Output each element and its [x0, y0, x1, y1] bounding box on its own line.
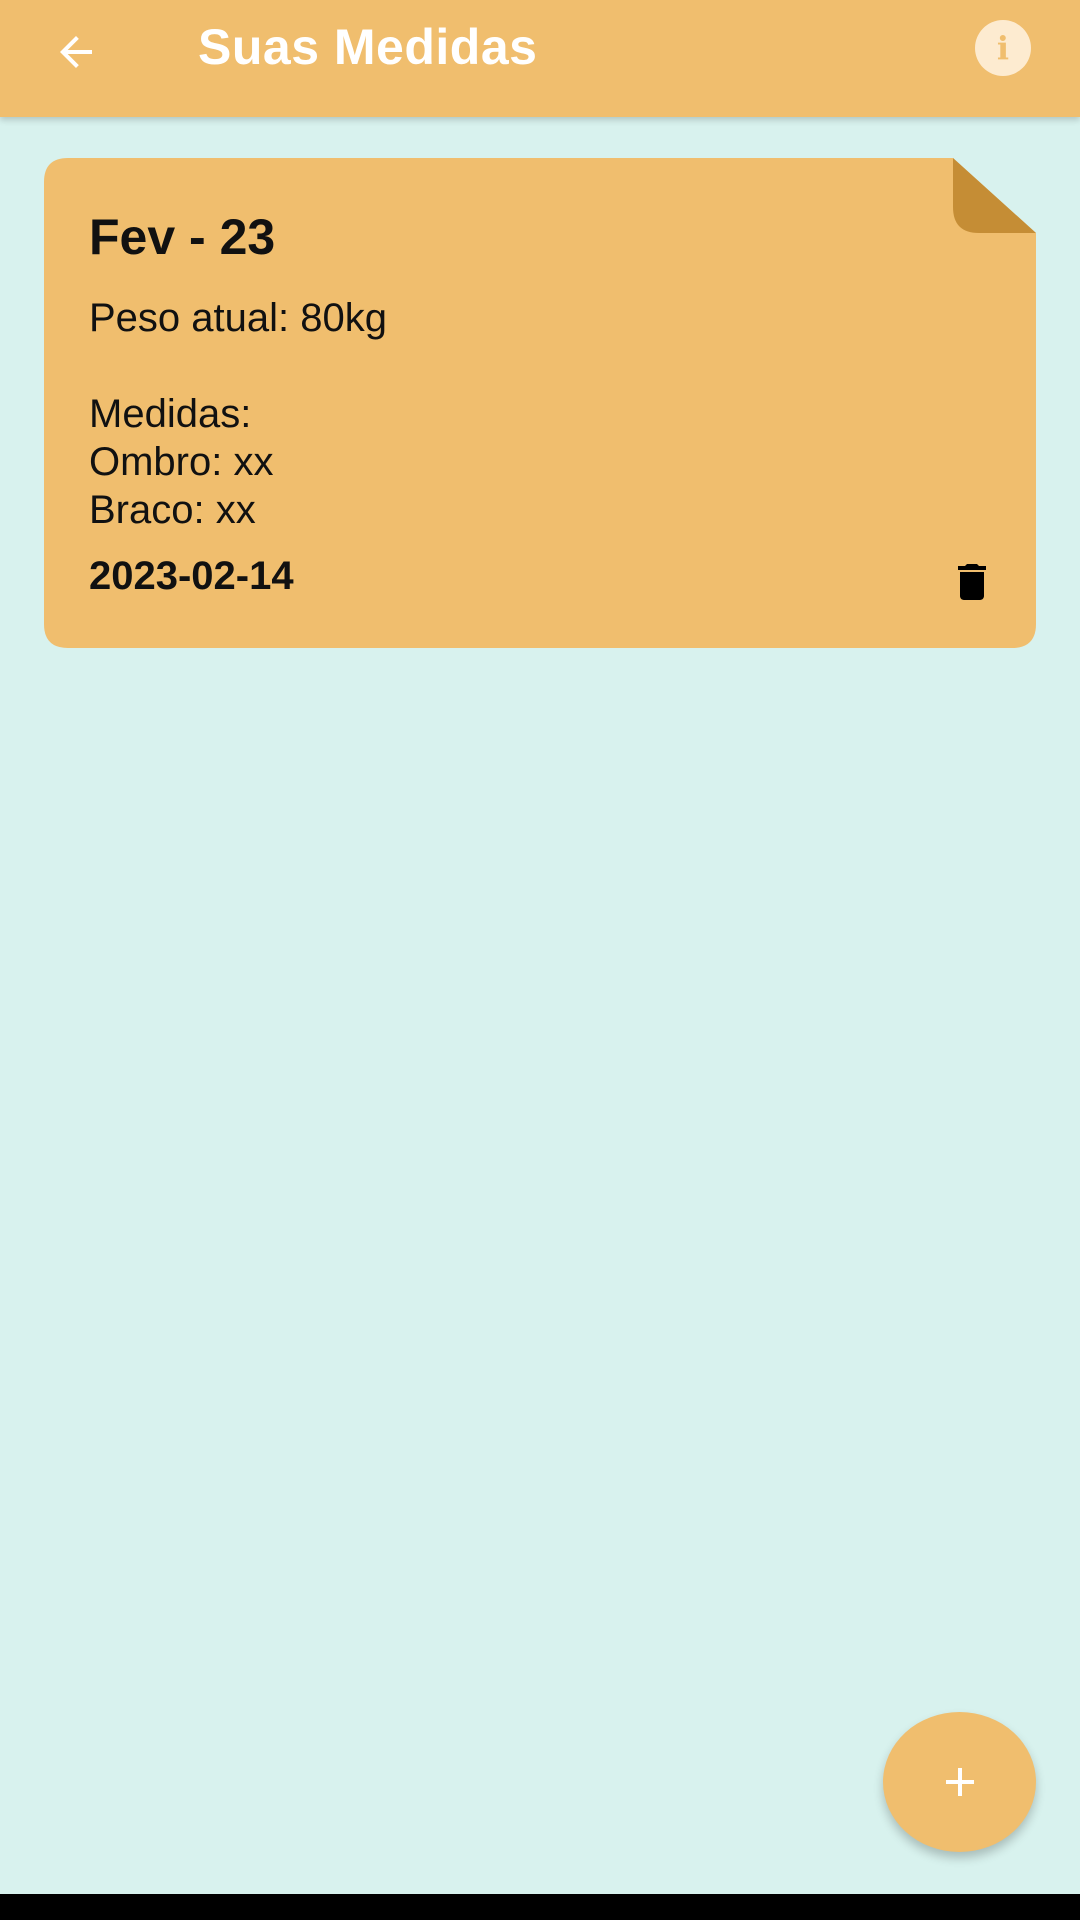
info-button[interactable]: i [975, 20, 1031, 76]
note-line: Ombro: xx [89, 440, 274, 484]
arrow-back-icon [60, 36, 92, 68]
note-title: Fev - 23 [89, 209, 276, 265]
note-date: 2023-02-14 [89, 554, 294, 598]
trash-icon [958, 564, 986, 600]
note-line: Braco: xx [89, 488, 256, 532]
system-nav-bar [0, 1894, 1080, 1920]
note-line: Medidas: [89, 392, 252, 436]
note-body: Peso atual: 80kg Medidas: Ombro: xx Brac… [89, 294, 387, 534]
note-card[interactable]: Fev - 23 Peso atual: 80kg Medidas: Ombro… [44, 158, 1036, 648]
page-title: Suas Medidas [198, 19, 538, 75]
app-bar: Suas Medidas i [0, 0, 1080, 117]
back-button[interactable] [44, 20, 108, 84]
delete-button[interactable] [944, 554, 1000, 610]
note-line-blank [89, 342, 387, 390]
screen: Suas Medidas i Fev - 23 Peso atual: 80kg… [0, 0, 1080, 1920]
add-measure-button[interactable] [883, 1712, 1036, 1852]
plus-icon [945, 1768, 974, 1796]
note-line: Peso atual: 80kg [89, 296, 387, 340]
info-icon: i [996, 29, 1010, 67]
page-fold-corner [953, 158, 1036, 233]
